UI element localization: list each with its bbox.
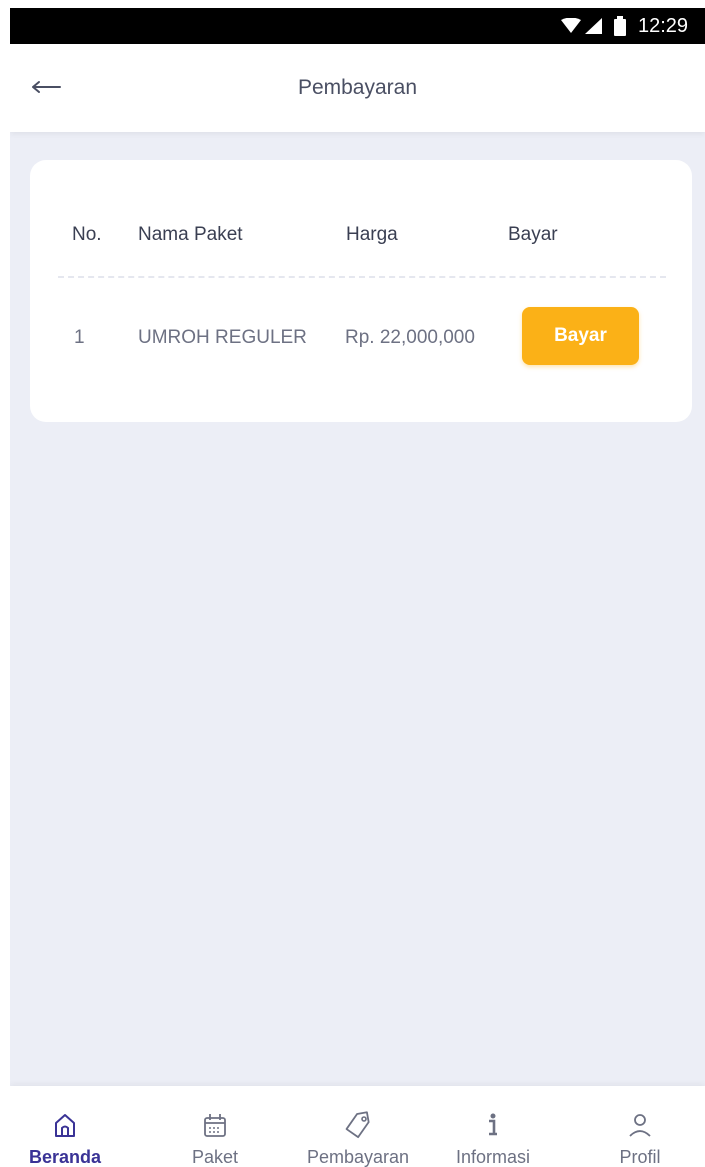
header-price: Harga [346,224,398,245]
info-icon [489,1113,497,1136]
payment-table-card: No. Nama Paket Harga Bayar 1 UMROH REGUL… [30,160,692,422]
nav-label-pembayaran: Pembayaran [306,1147,410,1167]
bottom-navigation: Beranda Paket Pembayaran Informasi Profi… [10,1086,705,1167]
nav-item-pembayaran[interactable]: Pembayaran [293,1086,423,1167]
nav-item-informasi[interactable]: Informasi [428,1086,558,1167]
header-pay: Bayar [508,224,558,245]
tag-icon [345,1111,370,1139]
nav-label-profil: Profil [619,1147,661,1167]
status-time: 12:29 [638,15,689,37]
nav-label-beranda: Beranda [28,1147,102,1167]
row-package-name: UMROH REGULER [138,327,307,348]
row-price: Rp. 22,000,000 [345,327,475,348]
wifi-icon [561,18,581,33]
nav-item-profil[interactable]: Profil [575,1086,705,1167]
pay-button[interactable]: Bayar [522,307,639,365]
calendar-icon [204,1114,226,1137]
status-bar: 12:29 [10,8,705,44]
nav-item-beranda[interactable]: Beranda [10,1086,130,1167]
nav-item-paket[interactable]: Paket [150,1086,280,1167]
page-title: Pembayaran [297,76,418,99]
battery-icon [614,16,626,36]
user-icon [629,1114,651,1137]
nav-label-paket: Paket [191,1147,239,1167]
row-no: 1 [74,327,85,348]
header-no: No. [72,224,102,245]
phone-screen: 12:29 Pembayaran No. Nama Paket Harga Ba… [10,8,705,1167]
signal-icon [585,18,602,34]
nav-label-informasi: Informasi [455,1147,531,1167]
home-icon [55,1114,75,1137]
header-package-name: Nama Paket [138,224,243,245]
table-divider [58,276,666,278]
app-bar: Pembayaran [10,44,705,132]
